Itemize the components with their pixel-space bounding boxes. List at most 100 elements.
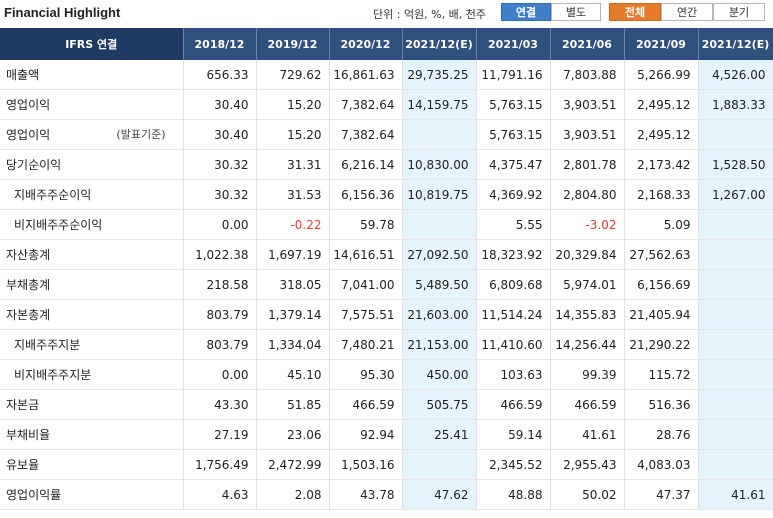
value-cell: -3.02 (550, 209, 625, 240)
value-cell: 41.61 (698, 479, 773, 510)
value-cell: 5.09 (624, 209, 699, 240)
row-label: 영업이익 (6, 128, 51, 142)
value-cell: 45.10 (256, 359, 330, 390)
value-cell: 14,256.44 (550, 329, 625, 360)
tab-quarterly[interactable]: 분기 (713, 3, 765, 21)
value-cell: 6,156.36 (329, 179, 403, 210)
value-cell: 656.33 (183, 60, 257, 90)
row-label: 영업이익률 (6, 488, 62, 502)
value-cell (698, 119, 773, 150)
row-note: (발표기준) (116, 128, 166, 141)
table-row: 자산총계 1,022.38 1,697.19 14,616.51 27,092.50 18… (0, 239, 773, 270)
table-row: 유보율 1,756.49 2,472.99 1,503.16 2,345.52 2,955… (0, 449, 773, 480)
financial-table: IFRS 연결 2018/12 2019/12 2020/12 2021/12(… (0, 28, 773, 510)
row-label-cell: 영업이익률 (0, 479, 184, 510)
row-label-cell: 자산총계 (0, 239, 184, 270)
table-row: 영업이익률 4.63 2.08 43.78 47.62 48.88 50.02 47.37 41… (0, 479, 773, 510)
value-cell: 16,861.63 (329, 60, 403, 90)
value-cell: 115.72 (624, 359, 699, 390)
value-cell: 3,903.51 (550, 119, 625, 150)
row-label-cell: 영업이익 (0, 89, 184, 120)
value-cell: 466.59 (550, 389, 625, 420)
value-cell: 30.32 (183, 179, 257, 210)
row-label-cell: 지배주주순이익 (0, 179, 184, 210)
value-cell: 15.20 (256, 89, 330, 120)
value-cell: 10,830.00 (402, 149, 477, 180)
value-cell: 92.94 (329, 419, 403, 450)
value-cell: 3,903.51 (550, 89, 625, 120)
value-cell: 11,791.16 (476, 60, 551, 90)
row-label: 유보율 (6, 458, 40, 472)
table-row: 부채총계 218.58 318.05 7,041.00 5,489.50 6,809.68… (0, 269, 773, 300)
column-header: 2021/03 (476, 28, 551, 60)
value-cell: 27,092.50 (402, 239, 477, 270)
value-cell: 29,735.25 (402, 60, 477, 90)
value-cell: 27,562.63 (624, 239, 699, 270)
table-row: 매출액 656.33 729.62 16,861.63 29,735.25 11,791.… (0, 60, 773, 90)
row-label-cell: 당기순이익 (0, 149, 184, 180)
value-cell: 2,495.12 (624, 119, 699, 150)
value-cell: 2,804.80 (550, 179, 625, 210)
column-header: 2021/09 (624, 28, 699, 60)
value-cell: 20,329.84 (550, 239, 625, 270)
table-row: 비지배주주지분 0.00 45.10 95.30 450.00 103.63 99.39 11… (0, 359, 773, 390)
value-cell (402, 449, 477, 480)
value-cell: 31.53 (256, 179, 330, 210)
column-header: 2021/06 (550, 28, 625, 60)
row-label-cell: 비지배주주지분 (0, 359, 184, 390)
value-cell: 318.05 (256, 269, 330, 300)
row-label-cell: 지배주주지분 (0, 329, 184, 360)
table-row: 영업이익 30.40 15.20 7,382.64 14,159.75 5,763.15 3… (0, 89, 773, 120)
value-cell: 803.79 (183, 299, 257, 330)
value-cell: 7,382.64 (329, 89, 403, 120)
tab-annual[interactable]: 연간 (661, 3, 713, 21)
row-label: 비지배주주지분 (14, 368, 92, 382)
table-row: 영업이익 (발표기준) 30.40 15.20 7,382.64 5,763.15 3,90… (0, 119, 773, 150)
value-cell: 41.61 (550, 419, 625, 450)
value-cell (698, 419, 773, 450)
tab-separate[interactable]: 별도 (551, 3, 601, 21)
row-label: 지배주주순이익 (14, 188, 92, 202)
value-cell (698, 329, 773, 360)
value-cell: 30.32 (183, 149, 257, 180)
value-cell (698, 269, 773, 300)
table-row: 자본총계 803.79 1,379.14 7,575.51 21,603.00 11,51… (0, 299, 773, 330)
value-cell: 2,168.33 (624, 179, 699, 210)
row-label-cell: 자본총계 (0, 299, 184, 330)
value-cell (698, 209, 773, 240)
value-cell: 6,216.14 (329, 149, 403, 180)
value-cell (698, 389, 773, 420)
row-label: 자본금 (6, 398, 40, 412)
value-cell (698, 239, 773, 270)
value-cell: 516.36 (624, 389, 699, 420)
tab-all[interactable]: 전체 (609, 3, 661, 21)
row-label-cell: 부채총계 (0, 269, 184, 300)
value-cell: 1,883.33 (698, 89, 773, 120)
value-cell: 7,382.64 (329, 119, 403, 150)
value-cell: 10,819.75 (402, 179, 477, 210)
value-cell: 7,803.88 (550, 60, 625, 90)
value-cell: 466.59 (476, 389, 551, 420)
value-cell: 2,495.12 (624, 89, 699, 120)
value-cell: 47.37 (624, 479, 699, 510)
value-cell: 11,514.24 (476, 299, 551, 330)
row-label: 비지배주주순이익 (14, 218, 103, 232)
value-cell: 50.02 (550, 479, 625, 510)
value-cell: -0.22 (256, 209, 330, 240)
row-label-cell: 자본금 (0, 389, 184, 420)
value-cell: 2,472.99 (256, 449, 330, 480)
value-cell: 6,809.68 (476, 269, 551, 300)
value-cell: 2,801.78 (550, 149, 625, 180)
header-row: IFRS 연결 2018/12 2019/12 2020/12 2021/12(… (0, 28, 773, 60)
row-label: 매출액 (6, 68, 40, 82)
value-cell: 7,041.00 (329, 269, 403, 300)
value-cell: 5,763.15 (476, 89, 551, 120)
period-toggle: 전체 연간 분기 (609, 3, 765, 21)
top-bar: Financial Highlight 단위 : 억원, %, 배, 천주 연결… (0, 0, 773, 28)
value-cell: 11,410.60 (476, 329, 551, 360)
value-cell: 31.31 (256, 149, 330, 180)
row-label: 자산총계 (6, 248, 51, 262)
value-cell: 15.20 (256, 119, 330, 150)
value-cell: 21,603.00 (402, 299, 477, 330)
tab-consolidated[interactable]: 연결 (501, 3, 551, 21)
